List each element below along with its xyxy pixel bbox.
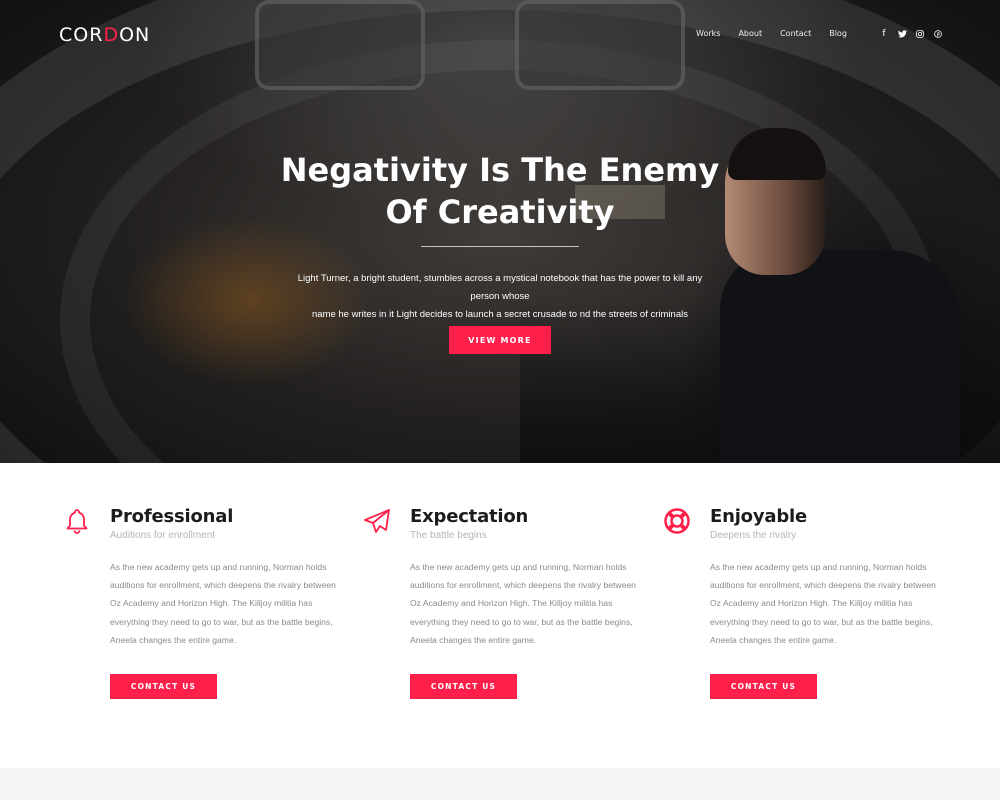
instagram-icon[interactable]: [911, 28, 929, 40]
feature-subtitle: Deepens the rivalry: [710, 530, 797, 541]
hero-section: CORDON Works About Contact Blog f Negati…: [0, 0, 1000, 463]
view-more-button[interactable]: VIEW MORE: [449, 326, 551, 354]
feature-title: Expectation: [410, 506, 529, 527]
twitter-icon[interactable]: [893, 28, 911, 40]
feature-card-professional: Professional Auditions for enrollment As…: [63, 463, 363, 768]
logo[interactable]: CORDON: [59, 24, 150, 46]
feature-card-enjoyable: Enjoyable Deepens the rivalry As the new…: [663, 463, 963, 768]
next-section-band: [0, 768, 1000, 800]
contact-us-button[interactable]: CONTACT US: [410, 674, 517, 699]
social-links: f: [875, 28, 947, 40]
hero-description-line: Light Turner, a bright student, stumbles…: [297, 273, 703, 302]
hero-title: Negativity Is The Enemy Of Creativity: [280, 149, 720, 233]
feature-text: As the new academy gets up and running, …: [410, 562, 636, 645]
nav-link-contact[interactable]: Contact: [780, 29, 811, 38]
hero-title-line: Negativity Is The Enemy: [280, 151, 720, 189]
nav-link-works[interactable]: Works: [696, 29, 720, 38]
main-nav: Works About Contact Blog: [696, 29, 865, 38]
nav-link-blog[interactable]: Blog: [829, 29, 847, 38]
contact-us-button[interactable]: CONTACT US: [110, 674, 217, 699]
life-ring-icon: [663, 507, 693, 537]
feature-subtitle: Auditions for enrollment: [110, 530, 216, 541]
facebook-icon[interactable]: f: [875, 28, 893, 40]
features-section: Professional Auditions for enrollment As…: [0, 463, 1000, 768]
feature-card-expectation: Expectation The battle begins As the new…: [363, 463, 663, 768]
feature-text: As the new academy gets up and running, …: [110, 562, 336, 645]
logo-text: COR: [59, 24, 104, 46]
site-header: CORDON Works About Contact Blog f: [0, 0, 1000, 70]
logo-text: ON: [119, 24, 151, 46]
paper-plane-icon: [363, 507, 393, 537]
person-figure: [720, 250, 960, 463]
pinterest-icon[interactable]: [929, 28, 947, 40]
feature-title: Enjoyable: [710, 506, 807, 527]
contact-us-button[interactable]: CONTACT US: [710, 674, 817, 699]
hero-divider: [421, 246, 579, 247]
nav-link-about[interactable]: About: [738, 29, 762, 38]
bell-icon: [63, 507, 93, 537]
logo-accent-letter: D: [103, 24, 120, 46]
hero-title-line: Of Creativity: [385, 193, 615, 231]
hero-description-line: name he writes in it Light decides to la…: [312, 309, 688, 320]
feature-title: Professional: [110, 506, 234, 527]
feature-subtitle: The battle begins: [410, 530, 487, 541]
hero-description: Light Turner, a bright student, stumbles…: [295, 270, 705, 324]
feature-text: As the new academy gets up and running, …: [710, 562, 936, 645]
